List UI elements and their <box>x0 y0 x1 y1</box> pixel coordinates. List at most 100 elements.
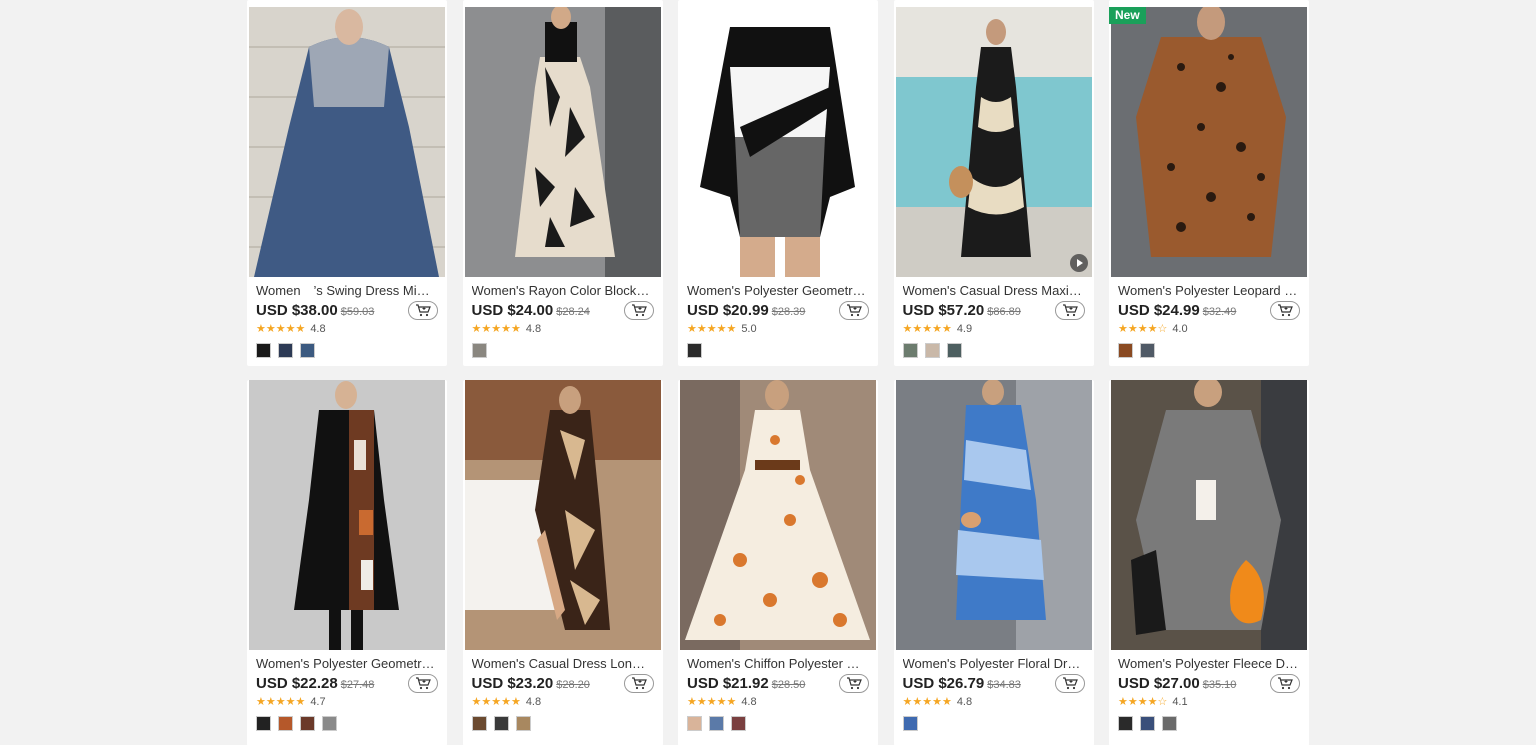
color-swatch[interactable] <box>515 716 531 731</box>
product-image[interactable] <box>249 7 445 277</box>
add-to-cart-button[interactable] <box>623 674 654 693</box>
color-swatches <box>471 343 654 358</box>
color-swatches <box>687 343 869 358</box>
product-card[interactable]: Women's Rayon Color Block Maxi Dress USD… <box>462 0 663 366</box>
product-title[interactable]: Women's Polyester Leopard Dress <box>1118 283 1298 299</box>
color-swatch[interactable] <box>256 716 271 731</box>
color-swatch[interactable] <box>1118 343 1133 358</box>
play-icon[interactable] <box>1069 254 1088 272</box>
product-price: USD $27.00 <box>1118 675 1200 692</box>
color-swatch[interactable] <box>322 716 337 731</box>
color-swatch[interactable] <box>471 716 487 731</box>
cart-plus-icon <box>416 677 431 690</box>
add-to-cart-button[interactable] <box>408 301 438 320</box>
color-swatches <box>471 716 654 731</box>
rating-value: 4.8 <box>525 322 542 335</box>
add-to-cart-button[interactable] <box>408 674 438 693</box>
color-swatches <box>687 716 869 731</box>
product-price: USD $22.28 <box>256 675 338 692</box>
color-swatches <box>902 716 1085 731</box>
original-price: $28.20 <box>556 679 590 691</box>
color-swatch[interactable] <box>902 343 918 358</box>
star-rating-icons: ★★★★★ <box>687 323 737 335</box>
star-rating-icons: ★★★★☆ <box>1118 323 1168 335</box>
add-to-cart-button[interactable] <box>623 301 654 320</box>
cart-plus-icon <box>847 677 862 690</box>
product-title[interactable]: Women's Polyester Geometric Dress <box>687 283 867 299</box>
color-swatch[interactable] <box>471 343 487 358</box>
add-to-cart-button[interactable] <box>839 301 869 320</box>
product-image[interactable] <box>680 7 876 277</box>
color-swatches <box>902 343 1085 358</box>
product-title[interactable]: Women's Polyester Fleece Dress <box>1118 656 1298 672</box>
add-to-cart-button[interactable] <box>839 674 869 693</box>
rating-value: 4.7 <box>310 695 326 708</box>
color-swatches <box>1118 716 1300 731</box>
rating-value: 5.0 <box>741 322 757 335</box>
product-card[interactable]: Women's Casual Dress Long Dress USD $23.… <box>462 380 663 745</box>
color-swatches <box>256 716 438 731</box>
product-price: USD $24.99 <box>1118 302 1200 319</box>
star-rating-icons: ★★★★★ <box>902 696 952 708</box>
color-swatch[interactable] <box>300 343 315 358</box>
rating-value: 4.9 <box>956 322 973 335</box>
star-rating-icons: ★★★★☆ <box>1118 696 1168 708</box>
star-rating-icons: ★★★★★ <box>256 323 306 335</box>
original-price: $28.39 <box>771 306 806 318</box>
product-image[interactable] <box>1111 380 1307 650</box>
color-swatch[interactable] <box>687 343 702 358</box>
add-to-cart-button[interactable] <box>1270 674 1300 693</box>
rating-value: 4.1 <box>1172 695 1188 708</box>
product-card[interactable]: Women's Polyester Floral Dress USD $26.7… <box>893 380 1094 745</box>
star-rating-icons: ★★★★★ <box>471 323 521 335</box>
star-rating-icons: ★★★★★ <box>687 696 737 708</box>
add-to-cart-button[interactable] <box>1054 301 1085 320</box>
color-swatch[interactable] <box>278 716 293 731</box>
original-price: $35.10 <box>1202 679 1237 691</box>
product-title[interactable]: Women ’s Swing Dress Midi Dress <box>256 283 436 299</box>
product-image[interactable] <box>680 380 876 650</box>
color-swatch[interactable] <box>1140 716 1155 731</box>
product-card[interactable]: Women's Polyester Geometric Dress USD $2… <box>247 380 447 745</box>
product-image[interactable] <box>249 380 445 650</box>
product-image[interactable] <box>464 7 661 277</box>
color-swatch[interactable] <box>1118 716 1133 731</box>
product-image[interactable] <box>895 380 1092 650</box>
product-card[interactable]: Women's Casual Dress Maxi Dress USD $57.… <box>893 0 1094 366</box>
product-card[interactable]: Women's Polyester Fleece Dress USD $27.0… <box>1109 380 1309 745</box>
original-price: $27.48 <box>340 679 375 691</box>
star-rating-icons: ★★★★★ <box>902 323 952 335</box>
color-swatch[interactable] <box>687 716 702 731</box>
original-price: $28.50 <box>771 679 806 691</box>
product-title[interactable]: Women's Casual Dress Maxi Dress <box>903 283 1083 299</box>
product-grid: Women ’s Swing Dress Midi Dress USD $38.… <box>247 0 1310 745</box>
add-to-cart-button[interactable] <box>1270 301 1300 320</box>
color-swatch[interactable] <box>709 716 724 731</box>
product-card[interactable]: Women's Chiffon Polyester Dress USD $21.… <box>678 380 878 745</box>
color-swatch[interactable] <box>731 716 746 731</box>
color-swatch[interactable] <box>493 716 509 731</box>
cart-plus-icon <box>1062 304 1078 317</box>
color-swatch[interactable] <box>278 343 293 358</box>
color-swatch[interactable] <box>924 343 940 358</box>
product-title[interactable]: Women's Rayon Color Block Maxi Dress <box>472 283 652 299</box>
product-title[interactable]: Women's Chiffon Polyester Dress <box>687 656 867 672</box>
product-image[interactable] <box>1111 7 1307 277</box>
original-price: $28.24 <box>556 306 590 318</box>
color-swatch[interactable] <box>1140 343 1155 358</box>
product-image[interactable] <box>464 380 661 650</box>
product-card[interactable]: Women ’s Swing Dress Midi Dress USD $38.… <box>247 0 447 366</box>
cart-plus-icon <box>847 304 862 317</box>
product-image[interactable] <box>895 7 1092 277</box>
color-swatch[interactable] <box>300 716 315 731</box>
product-card[interactable]: Women's Polyester Geometric Dress USD $2… <box>678 0 878 366</box>
color-swatch[interactable] <box>946 343 962 358</box>
product-card[interactable]: New Women's Polyester Leopard Dress USD … <box>1109 0 1309 366</box>
product-title[interactable]: Women's Casual Dress Long Dress <box>472 656 652 672</box>
color-swatch[interactable] <box>902 716 918 731</box>
product-title[interactable]: Women's Polyester Geometric Dress <box>256 656 436 672</box>
color-swatch[interactable] <box>1162 716 1177 731</box>
color-swatch[interactable] <box>256 343 271 358</box>
add-to-cart-button[interactable] <box>1054 674 1085 693</box>
product-title[interactable]: Women's Polyester Floral Dress <box>903 656 1083 672</box>
